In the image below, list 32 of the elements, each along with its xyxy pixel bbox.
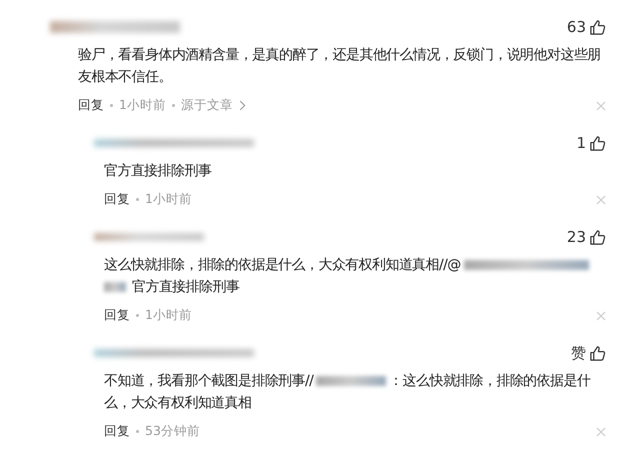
timestamp: 1小时前 xyxy=(145,307,192,324)
thumbs-up-icon[interactable] xyxy=(589,228,606,246)
thumbs-up-icon[interactable] xyxy=(589,134,606,152)
comment-text: ：这么快就排除，排除的依据是什 xyxy=(389,372,590,391)
comment-text: 官方直接排除刑事 xyxy=(104,162,212,181)
comment-text: 友根本不信任。 xyxy=(78,68,172,87)
reply-link[interactable]: 回复 xyxy=(104,191,130,208)
timestamp: 1小时前 xyxy=(119,97,166,114)
separator-dot xyxy=(136,314,139,317)
comment-text: 不知道，我看那个截图是排除刑事// xyxy=(104,372,314,391)
comment-text: 验尸，看看身体内酒精含量，是真的醉了，还是其他什么情况，反锁门，说明他对这些朋 xyxy=(78,46,601,65)
timestamp: 53分钟前 xyxy=(145,423,200,440)
like-count[interactable]: 1 xyxy=(576,134,586,152)
like-count[interactable]: 赞 xyxy=(571,344,586,362)
thumbs-up-icon[interactable] xyxy=(589,344,606,362)
chevron-icon xyxy=(238,100,246,111)
separator-dot xyxy=(136,430,139,433)
like-count[interactable]: 23 xyxy=(566,228,586,246)
comment-text: 么，大众有权利知道真相 xyxy=(104,394,252,413)
comment-text: 这么快就排除，排除的依据是什么，大众有权利知道真相//@ xyxy=(104,256,461,275)
timestamp: 1小时前 xyxy=(145,191,192,208)
reply-link[interactable]: 回复 xyxy=(104,423,130,440)
blurred-username xyxy=(104,282,126,292)
reply-link[interactable]: 回复 xyxy=(78,97,104,114)
blurred-username xyxy=(316,376,386,386)
separator-dot xyxy=(172,104,175,107)
separator-dot xyxy=(110,104,113,107)
separator-dot xyxy=(136,198,139,201)
comment-text: 官方直接排除刑事 xyxy=(132,278,240,297)
reply-link[interactable]: 回复 xyxy=(104,307,130,324)
thumbs-up-icon[interactable] xyxy=(589,18,606,36)
like-count[interactable]: 63 xyxy=(566,18,586,36)
